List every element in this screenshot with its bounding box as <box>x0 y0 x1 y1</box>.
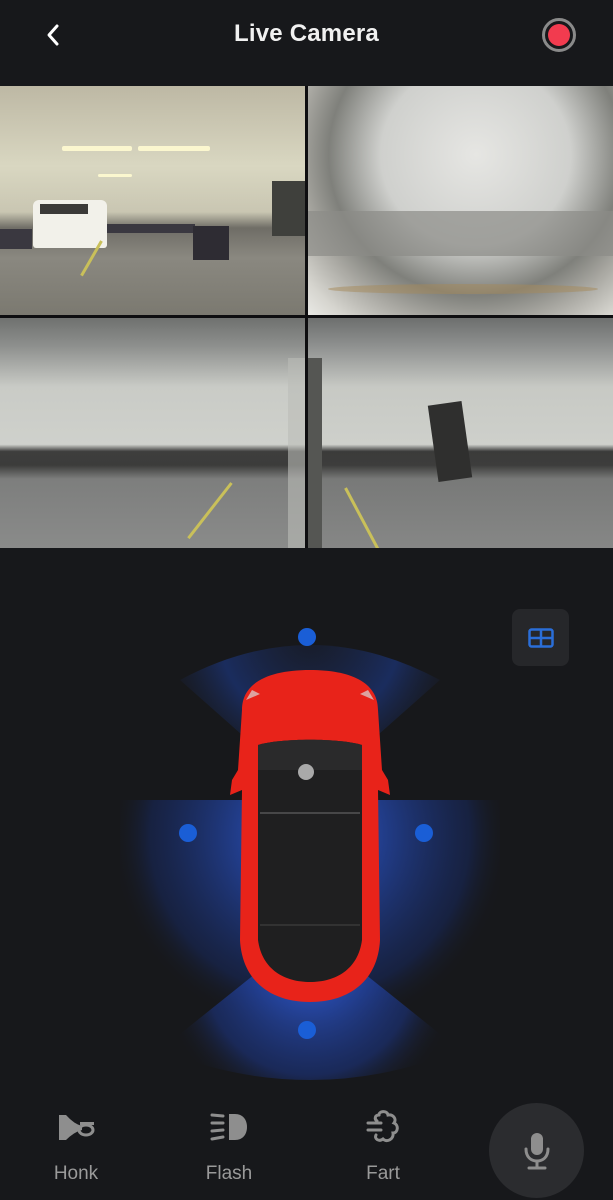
camera-feed-rear[interactable] <box>308 86 613 315</box>
microphone-icon <box>524 1132 549 1169</box>
sensor-dot-right[interactable] <box>415 824 433 842</box>
parking-line <box>187 482 233 540</box>
ceiling-light <box>62 146 132 151</box>
board-object <box>427 401 473 482</box>
honk-label: Honk <box>53 1163 99 1184</box>
layout-toggle-button[interactable] <box>512 609 569 666</box>
ceiling-light <box>98 174 132 177</box>
doorway <box>272 181 305 236</box>
sensor-field <box>120 645 500 1080</box>
camera-feed-front[interactable] <box>0 86 305 315</box>
ground-strip <box>328 284 598 294</box>
honk-button[interactable]: Honk <box>31 1105 121 1185</box>
microphone-button[interactable] <box>489 1103 584 1198</box>
fart-button[interactable]: Fart <box>338 1105 428 1185</box>
camera-feed-left[interactable] <box>0 318 305 548</box>
car-side-edge <box>308 358 322 548</box>
sensor-dot-left[interactable] <box>179 824 197 842</box>
grid-layout-icon <box>527 627 554 648</box>
ceiling-light <box>138 146 210 151</box>
record-button[interactable] <box>542 18 576 52</box>
fart-icon <box>366 1110 399 1143</box>
fart-label: Fart <box>366 1163 400 1184</box>
record-icon <box>548 24 570 46</box>
wall-base <box>105 224 195 233</box>
flash-label: Flash <box>205 1163 253 1184</box>
camera-grid <box>0 86 613 548</box>
vehicle-sensor-view <box>120 620 500 1090</box>
car-side-edge <box>288 358 305 548</box>
camera-feed-right[interactable] <box>308 318 613 548</box>
horn-icon <box>59 1115 95 1140</box>
pillar-base <box>193 226 229 260</box>
sensor-dot-rear[interactable] <box>298 1021 316 1039</box>
sensor-dot-front[interactable] <box>298 628 316 646</box>
headlight-icon <box>210 1113 247 1141</box>
page-title: Live Camera <box>234 20 379 47</box>
flash-button[interactable]: Flash <box>184 1105 274 1185</box>
bumper-shadow <box>308 211 613 256</box>
parking-line <box>344 487 380 548</box>
car-top-view <box>230 670 390 1002</box>
car-window <box>40 204 88 214</box>
header: Live Camera <box>0 0 613 86</box>
wall-base <box>0 229 32 249</box>
